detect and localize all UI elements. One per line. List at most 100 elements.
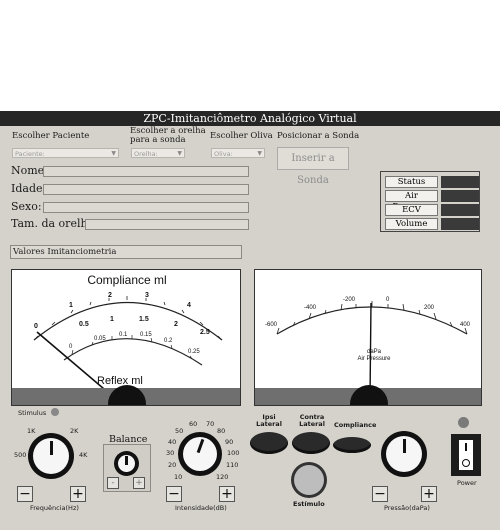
power-switch[interactable]	[451, 434, 481, 476]
intensity-tick-10: 10	[174, 473, 183, 481]
power-label: Power	[457, 479, 477, 487]
outer-scale-arc	[33, 302, 223, 341]
middle-tick-label: 2.5	[200, 329, 210, 336]
stimulus-led	[51, 408, 59, 416]
tam-orelha-field[interactable]	[85, 219, 249, 230]
idade-field[interactable]	[43, 184, 249, 195]
pressure-needle	[369, 302, 372, 399]
inner-tick-label: 0.1	[119, 332, 128, 338]
label-escolher-orelha: Escolher a orelha para a sonda	[130, 126, 206, 145]
frequency-minus-button[interactable]: −	[17, 486, 33, 502]
compliance-mode-button[interactable]	[333, 437, 371, 453]
frequency-plus-button[interactable]: +	[70, 486, 86, 502]
intensity-tick-60: 60	[189, 420, 198, 428]
freq-tick-4k: 4K	[79, 451, 88, 459]
volume-indicator	[441, 218, 479, 230]
middle-tick-label: 0.5	[79, 321, 89, 328]
pressure-meter: -600 -400 -200 0 200 400 daPa Air Pressu…	[254, 269, 482, 406]
chevron-down-icon: ▼	[257, 150, 262, 157]
balance-minus-button[interactable]: -	[107, 477, 119, 489]
estimulo-label: Estímulo	[293, 500, 325, 508]
intensity-tick-40: 40	[168, 438, 177, 446]
pressure-knob-pointer	[403, 439, 406, 453]
inner-tick-label: 0.05	[94, 336, 106, 342]
outer-scale-labels: 0 1 2 3 4	[34, 292, 191, 330]
power-led	[458, 417, 469, 428]
inner-tick-label: 0.2	[164, 338, 173, 344]
freq-tick-2k: 2K	[70, 427, 79, 435]
inner-scale-arc	[63, 338, 203, 366]
power-switch-rocker	[459, 440, 473, 470]
outer-tick-label: 2	[108, 292, 112, 299]
stimulus-label: Stimulus	[18, 409, 47, 417]
inner-tick-label: 0.15	[140, 332, 152, 338]
balance-knob[interactable]	[114, 451, 139, 476]
intensity-tick-90: 90	[225, 438, 234, 446]
intensity-label: Intensidade(dB)	[175, 504, 227, 512]
intensity-tick-70: 70	[206, 420, 215, 428]
air-pressure-label: Air Pressure	[385, 190, 438, 212]
oliva-select[interactable]: Oliva: ▼	[211, 148, 265, 158]
dapa-label: daPa	[367, 349, 382, 355]
imitanciometro-app: ZPC-Imitanciômetro Analógico Virtual Esc…	[0, 111, 500, 530]
paciente-select-value: Paciente:	[15, 150, 45, 158]
power-on-mark	[465, 443, 467, 451]
frequency-knob[interactable]	[28, 433, 74, 479]
sexo-field[interactable]	[43, 202, 249, 213]
intensity-knob[interactable]	[178, 432, 222, 476]
balance-knob-pointer	[125, 456, 128, 465]
intensity-tick-110: 110	[226, 461, 239, 469]
contra-lateral-button[interactable]	[292, 432, 330, 454]
pressure-knob[interactable]	[381, 431, 427, 477]
sexo-label: Sexo:	[11, 200, 42, 213]
power-off-mark	[462, 459, 470, 467]
pressure-tick-label: -600	[265, 322, 278, 328]
status-panel: Status Air Pressure ECV Volume	[380, 171, 480, 232]
intensity-minus-button[interactable]: −	[166, 486, 182, 502]
nome-field[interactable]	[43, 166, 249, 177]
intensity-tick-80: 80	[217, 427, 226, 435]
pressure-tick-label: 400	[460, 322, 471, 328]
outer-tick-label: 4	[187, 302, 191, 309]
pressure-tick-label: 0	[386, 297, 390, 303]
intensity-plus-button[interactable]: +	[219, 486, 235, 502]
orelha-select[interactable]: Orelha: ▼	[131, 148, 185, 158]
pressure-label: Pressão(daPa)	[384, 504, 430, 512]
paciente-select[interactable]: Paciente: ▼	[12, 148, 119, 158]
intensity-tick-30: 30	[166, 449, 175, 457]
pressure-plus-button[interactable]: +	[421, 486, 437, 502]
intensity-tick-20: 20	[168, 461, 177, 469]
intensity-tick-50: 50	[175, 427, 184, 435]
air-pressure-indicator	[441, 190, 479, 202]
balance-plus-button[interactable]: +	[133, 477, 145, 489]
oliva-select-value: Oliva:	[214, 150, 233, 158]
status-row: Status	[385, 176, 479, 188]
volume-row: Volume	[385, 218, 479, 230]
inserir-sonda-button[interactable]: Inserir a Sonda	[277, 147, 349, 186]
outer-tick-label: 3	[145, 292, 149, 299]
inner-scale-labels: 0 0.05 0.1 0.15 0.2 0.25	[69, 332, 200, 355]
volume-label: Volume	[385, 218, 438, 230]
pressure-tick-label: -200	[343, 297, 356, 303]
inner-tick-label: 0.25	[188, 349, 200, 355]
freq-tick-500: 500	[14, 451, 27, 459]
outer-tick-label: 1	[69, 302, 73, 309]
status-indicator	[441, 176, 479, 188]
inner-tick-label: 0	[69, 344, 73, 350]
status-label: Status	[385, 176, 438, 188]
compliance-meter: Compliance ml 0 1 2 3 4 0.5 1 1.5 2 2.5 …	[11, 269, 241, 406]
ipsi-lateral-button[interactable]	[250, 432, 288, 454]
middle-tick-label: 1	[110, 316, 114, 323]
ecv-label: ECV	[385, 204, 438, 216]
pressure-minus-button[interactable]: −	[372, 486, 388, 502]
label-posicionar-sonda: Posicionar a Sonda	[277, 131, 360, 141]
pressure-scale-arc	[276, 306, 468, 335]
ecv-row: ECV	[385, 204, 479, 216]
estimulo-button[interactable]	[291, 462, 327, 498]
freq-tick-1k: 1K	[27, 427, 36, 435]
chevron-down-icon: ▼	[111, 150, 116, 157]
intensity-tick-120: 120	[216, 473, 229, 481]
estimulo-button-face	[294, 465, 324, 495]
label-escolher-oliva: Escolher Oliva	[210, 131, 273, 141]
middle-tick-label: 1.5	[139, 316, 149, 323]
